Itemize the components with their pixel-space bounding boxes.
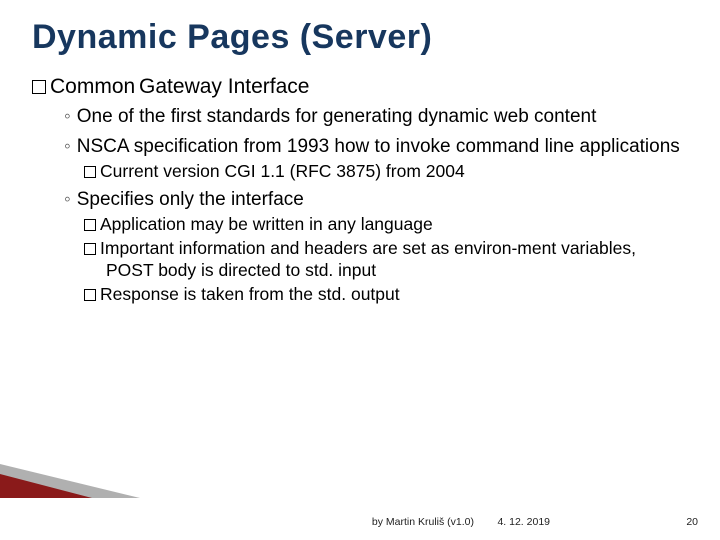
heading-level1: Common Gateway Interface <box>32 75 688 99</box>
circle-bullet-icon: ◦ <box>64 106 71 127</box>
circle-bullet-icon: ◦ <box>64 189 71 210</box>
square-bullet-icon <box>32 80 46 94</box>
square-bullet-icon <box>84 166 96 178</box>
circle-bullet-icon: ◦ <box>64 136 71 157</box>
bullet-text: Application may be written in any langua… <box>100 214 433 234</box>
bullet-text: Specifies only the interface <box>77 189 304 210</box>
heading-rest: Gateway Interface <box>139 75 309 98</box>
bullet-level2: ◦ One of the first standards for generati… <box>64 105 688 129</box>
heading-lead: Common <box>50 75 135 98</box>
bullet-text: One of the first standards for generatin… <box>77 106 597 127</box>
bullet-text: Response is taken from the std. output <box>100 284 400 304</box>
bullet-level3: Response is taken from the std. output <box>84 284 688 306</box>
slide-title: Dynamic Pages (Server) <box>32 18 688 57</box>
bullet-level3: Application may be written in any langua… <box>84 214 688 236</box>
bullet-text: Current version CGI 1.1 (RFC 3875) from … <box>100 161 465 181</box>
square-bullet-icon <box>84 219 96 231</box>
footer-author: by Martin Kruliš (v1.0) <box>372 516 474 528</box>
bullet-level2: ◦ NSCA specification from 1993 how to inv… <box>64 135 688 159</box>
bullet-text: NSCA specification from 1993 how to invo… <box>77 136 680 157</box>
slide: Dynamic Pages (Server) Common Gateway In… <box>0 0 720 540</box>
square-bullet-icon <box>84 243 96 255</box>
bullet-text: Important information and headers are se… <box>100 238 636 280</box>
bullet-level3: Important information and headers are se… <box>84 238 688 282</box>
triangle-accent-icon <box>0 474 92 498</box>
footer-date: 4. 12. 2019 <box>497 516 550 528</box>
bullet-level3: Current version CGI 1.1 (RFC 3875) from … <box>84 161 688 183</box>
decorative-corner <box>0 452 140 498</box>
bullet-level2: ◦ Specifies only the interface <box>64 188 688 212</box>
footer-page: 20 <box>686 516 698 528</box>
square-bullet-icon <box>84 289 96 301</box>
